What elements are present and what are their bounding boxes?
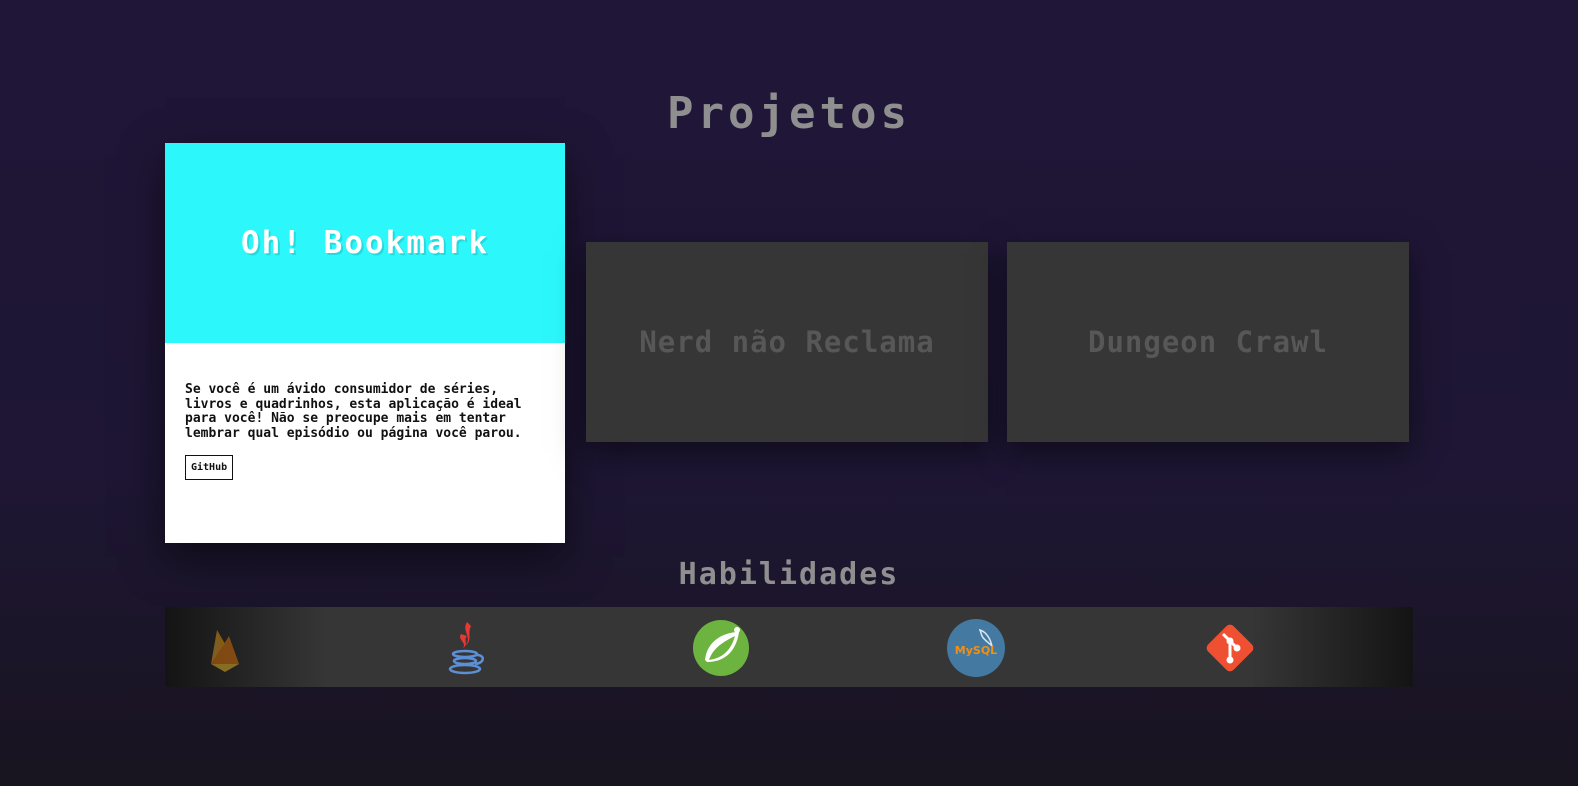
project-card-title: Dungeon Crawl — [1088, 325, 1328, 359]
spring-icon — [691, 618, 751, 678]
skills-carousel: MySQL — [165, 607, 1413, 687]
mysql-icon: MySQL — [946, 618, 1006, 678]
project-card-description: Se você é um ávido consumidor de séries,… — [185, 382, 522, 441]
project-card-title: Nerd não Reclama — [639, 325, 935, 359]
project-card-body: Se você é um ávido consumidor de séries,… — [165, 343, 565, 543]
git-icon — [1200, 618, 1260, 678]
java-icon — [437, 618, 497, 678]
project-card-dungeon-crawl[interactable]: Dungeon Crawl — [1007, 242, 1409, 442]
project-card-title: Oh! Bookmark — [241, 225, 489, 261]
mysql-icon-label: MySQL — [955, 644, 997, 657]
skills-section-title: Habilidades — [678, 557, 900, 592]
project-card-header: Oh! Bookmark — [165, 143, 565, 343]
project-card-oh-bookmark[interactable]: Oh! Bookmark Se você é um ávido consumid… — [165, 143, 565, 543]
github-button[interactable]: GitHub — [185, 455, 234, 480]
project-card-nerd-nao-reclama[interactable]: Nerd não Reclama — [586, 242, 988, 442]
projects-section-title: Projetos — [667, 88, 911, 139]
firebase-icon — [195, 618, 255, 678]
